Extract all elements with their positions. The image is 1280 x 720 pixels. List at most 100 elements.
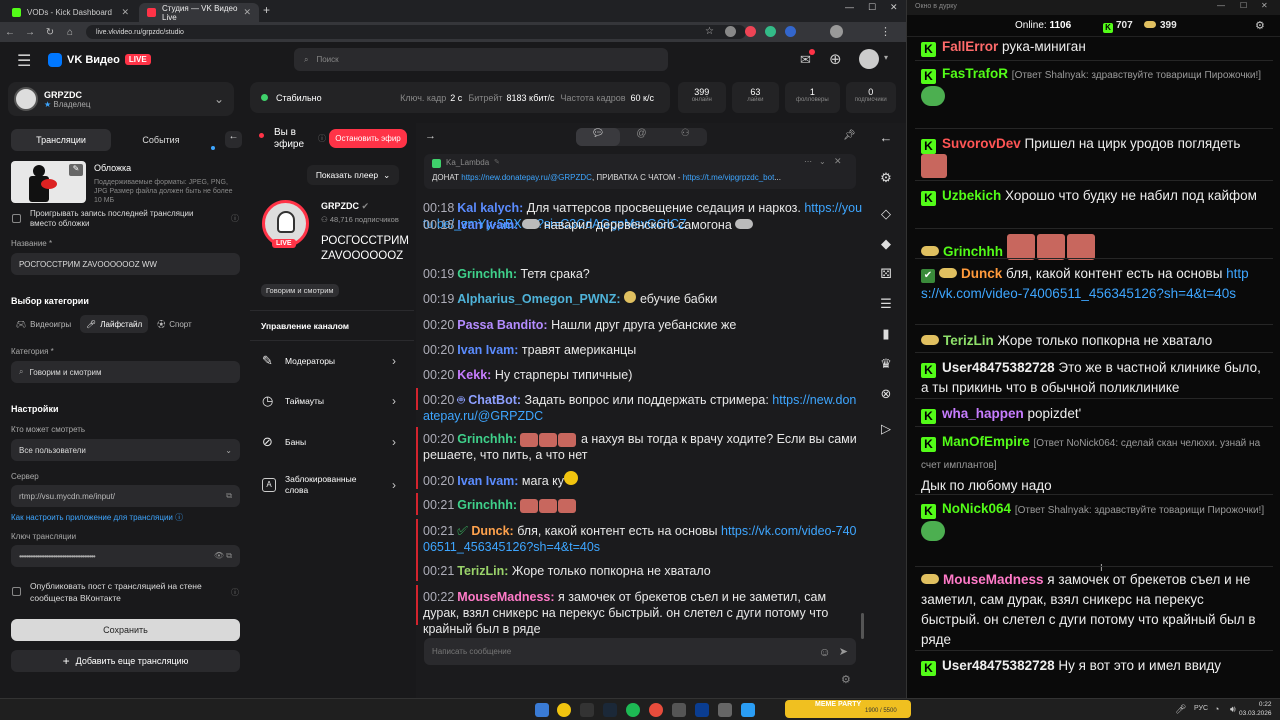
dice-icon[interactable]: ⚄ — [878, 266, 894, 282]
menu-bans[interactable]: ⊘ Баны › — [250, 422, 414, 462]
add-icon[interactable]: ⊕ — [829, 50, 842, 68]
video-icon[interactable]: ▷ — [878, 421, 894, 437]
extension-icon[interactable] — [745, 26, 756, 37]
settings-gear-icon[interactable]: ⚙ — [1255, 19, 1265, 32]
send-icon[interactable]: ➤ — [839, 645, 848, 658]
message-username[interactable]: Grinchhh: — [457, 267, 517, 281]
trophy-icon[interactable]: ♛ — [878, 356, 894, 372]
maximize-icon[interactable]: ☐ — [868, 2, 876, 13]
hamburger-icon[interactable]: ☰ — [17, 51, 31, 71]
collapse-panel-button[interactable]: ← — [225, 131, 242, 148]
tab-vk-studio[interactable]: Студия — VK Видео Live ✕ — [139, 3, 259, 22]
chat-icon[interactable]: 💬︎ — [576, 128, 620, 146]
chevron-down-icon[interactable]: ▾ — [884, 53, 888, 62]
cat-sport[interactable]: ⚽︎ Спорт — [152, 315, 197, 333]
maximize-icon[interactable]: ☐ — [1240, 1, 1247, 10]
home-icon[interactable]: ⌂ — [60, 27, 80, 38]
menu-moderators[interactable]: ✎ Модераторы › — [250, 341, 414, 381]
back-icon[interactable]: ← — [0, 27, 20, 38]
kick-username[interactable]: ManOfEmpire — [942, 434, 1030, 449]
cover-image[interactable]: ✎ — [11, 161, 86, 203]
mic-icon[interactable]: 🎤︎ — [1175, 704, 1186, 715]
list-icon[interactable]: ☰ — [878, 296, 894, 312]
info-icon[interactable]: ⓘ — [231, 213, 239, 224]
message-username[interactable]: Grinchhh: — [457, 432, 517, 446]
reload-icon[interactable]: ↻ — [40, 27, 60, 38]
diamond-icon[interactable]: ◇ — [878, 206, 894, 222]
steam-icon[interactable] — [603, 703, 617, 717]
channel-name[interactable]: GRPZDC ✔ — [321, 201, 369, 212]
chrome-icon[interactable] — [557, 703, 571, 717]
menu-blocked-words[interactable]: A Заблокированные слова › — [250, 465, 414, 505]
eye-icon[interactable]: 👁︎ ⧉ — [214, 551, 232, 561]
channel-selector[interactable]: GRPZDC ★ Владелец ⌄ — [8, 82, 234, 116]
extension-icon[interactable] — [785, 26, 796, 37]
message-username[interactable]: Ivan Ivam: — [457, 343, 518, 357]
message-username[interactable]: Grinchhh: — [457, 498, 517, 512]
user-avatar[interactable] — [859, 49, 879, 69]
tab-kick[interactable]: VODs - Kick Dashboard ✕ — [4, 3, 137, 22]
extension-icon[interactable] — [765, 26, 776, 37]
new-tab-button[interactable]: + — [263, 3, 270, 17]
message-username[interactable]: Alpharius_Omegon_PWNZ: — [457, 292, 620, 306]
save-button[interactable]: Сохранить — [11, 619, 240, 641]
stop-stream-button[interactable]: Остановить эфир — [329, 129, 407, 148]
edit-cover-icon[interactable]: ✎ — [69, 164, 83, 176]
back-arrow-icon[interactable]: ← — [878, 130, 894, 146]
message-username[interactable]: Kal kalych: — [457, 201, 523, 215]
minimize-icon[interactable]: — — [1217, 1, 1225, 10]
category-chip[interactable]: Говорим и смотрим — [261, 284, 339, 297]
menu-timeouts[interactable]: ◷ Таймауты › — [250, 381, 414, 421]
kick-username[interactable]: User48475382728 — [942, 360, 1055, 375]
cat-games[interactable]: 🎮︎ Видеоигры — [11, 315, 76, 333]
pinned-link[interactable]: https://new.donatepay.ru/@GRPZDC — [461, 173, 592, 182]
message-username[interactable]: Ivan Ivam: — [457, 218, 518, 232]
info-icon[interactable]: ⓘ — [318, 133, 326, 144]
kick-username[interactable]: Dunck — [961, 266, 1002, 281]
chevron-down-icon[interactable]: ⌄ — [819, 157, 826, 166]
chart-icon[interactable]: ▮ — [878, 326, 894, 342]
search-input[interactable]: ⌕ Поиск — [294, 48, 668, 71]
kick-username[interactable]: MouseMadness — [943, 572, 1044, 587]
kick-username[interactable]: NoNick064 — [942, 501, 1011, 516]
kick-username[interactable]: User48475382728 — [942, 658, 1055, 673]
pin-icon[interactable]: 📌︎ — [843, 130, 856, 141]
vk-logo[interactable]: VK Видео LIVE — [48, 52, 151, 67]
message-username[interactable]: ChatBot: — [468, 393, 521, 407]
taskbar-app-icon[interactable] — [580, 703, 594, 717]
profile-avatar[interactable] — [830, 25, 843, 38]
tab-events[interactable]: События — [111, 129, 211, 151]
stream-name-input[interactable]: РОСГОССТРИМ ZAVOOOOOOZ WW — [11, 253, 240, 275]
clock[interactable]: 0:22 03.03.2026 — [1239, 700, 1272, 718]
forward-icon[interactable]: → — [20, 27, 40, 38]
users-icon[interactable]: ⚇ — [663, 128, 707, 146]
url-input[interactable]: live.vkvideo.ru/grpzdc/studio — [86, 25, 746, 39]
message-username[interactable]: MouseMadness: — [457, 590, 554, 604]
taskbar-app-icon[interactable] — [695, 703, 709, 717]
replay-checkbox[interactable] — [12, 214, 21, 223]
spotify-icon[interactable] — [626, 703, 640, 717]
language-indicator[interactable]: РУС — [1194, 705, 1208, 712]
star-icon[interactable]: ☆ — [705, 26, 714, 37]
gem-icon[interactable]: ◆ — [878, 236, 894, 252]
meme-party-widget[interactable]: MEME PARTY 1900 / 5500 — [785, 700, 911, 718]
stream-key-input[interactable]: ••••••••••••••••••••••••••••••••••••••••… — [11, 545, 240, 567]
howto-link[interactable]: Как настроить приложение для трансляции … — [11, 512, 183, 523]
publish-checkbox[interactable] — [12, 587, 21, 596]
close-window-icon[interactable]: ✕ — [890, 2, 898, 13]
chat-scrollbar[interactable] — [861, 613, 864, 639]
visibility-select[interactable]: Все пользователи ⌄ — [11, 439, 240, 461]
telegram-icon[interactable] — [741, 703, 755, 717]
taskbar-app-icon[interactable] — [718, 703, 732, 717]
close-icon[interactable]: ✕ — [121, 7, 129, 18]
message-username[interactable]: Kekk: — [457, 368, 491, 382]
tab-streams[interactable]: Трансляции — [11, 129, 111, 151]
kick-username[interactable]: SuvorovDev — [942, 136, 1021, 151]
kick-username[interactable]: TerizLin — [943, 333, 994, 348]
chat-input[interactable]: Написать сообщение ☺ ➤ — [424, 638, 856, 665]
mention-icon[interactable]: @ — [620, 128, 664, 146]
wifi-icon[interactable]: ◔ — [1214, 704, 1219, 714]
taskbar-app-icon[interactable] — [649, 703, 663, 717]
pinned-link[interactable]: https://t.me/vipgrpzdc_bot — [683, 173, 775, 182]
more-icon[interactable]: ⋯ — [804, 157, 812, 166]
